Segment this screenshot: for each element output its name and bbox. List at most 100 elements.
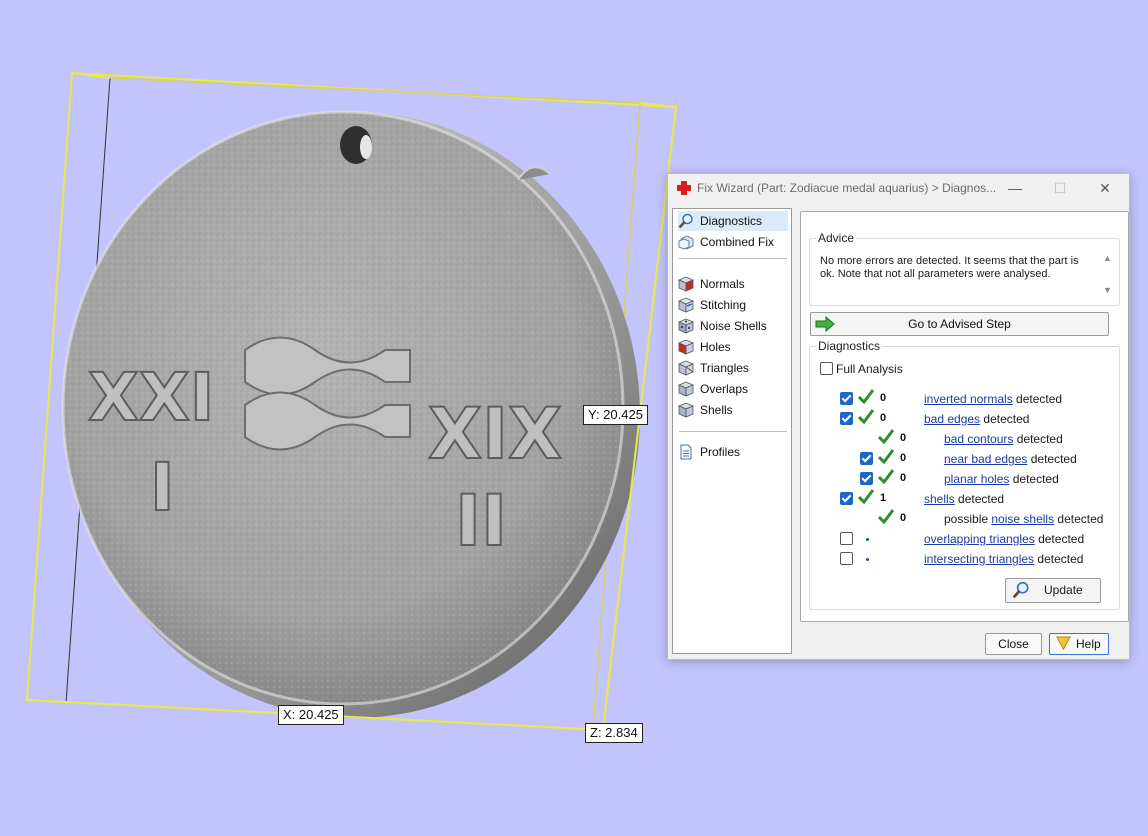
full-analysis-checkbox[interactable] (820, 362, 833, 375)
nav-item-stitching[interactable]: Stitching (678, 295, 788, 315)
nav-item-combined-fix[interactable]: Combined Fix (678, 232, 788, 252)
ok-check-icon (878, 449, 894, 465)
overlapping-triangles-link[interactable]: overlapping triangles (924, 532, 1035, 546)
noise-shells-count: 0 (900, 512, 907, 524)
full-analysis-label: Full Analysis (836, 362, 903, 376)
ok-check-icon (858, 389, 874, 405)
nav-label: Triangles (700, 361, 749, 375)
red-cross-icon (677, 181, 691, 195)
ok-check-icon (858, 489, 874, 505)
help-label: Help (1076, 637, 1101, 651)
wizard-nav: Diagnostics Combined Fix Normals Stitchi… (672, 208, 792, 654)
inverted-normals-link[interactable]: inverted normals (924, 392, 1013, 406)
bad-edges-checkbox[interactable] (840, 412, 853, 425)
help-button[interactable]: Help (1049, 633, 1109, 655)
advice-title: Advice (816, 231, 857, 245)
nav-item-shells[interactable]: Shells (678, 400, 788, 420)
update-button[interactable]: Update (1005, 578, 1101, 603)
bad-edges-link[interactable]: bad edges (924, 412, 980, 426)
dimension-y-label: Y: 20.425 (583, 405, 648, 425)
nav-label: Holes (700, 340, 731, 354)
pending-dot-icon (866, 558, 869, 561)
bad-contours-count: 0 (900, 432, 907, 444)
shells-checkbox[interactable] (840, 492, 853, 505)
intersecting-triangles-link[interactable]: intersecting triangles (924, 552, 1034, 566)
advice-text: No more errors are detected. It seems th… (820, 255, 1079, 280)
nav-label: Overlaps (700, 382, 749, 396)
nav-label: Combined Fix (700, 235, 775, 249)
near-bad-edges-link[interactable]: near bad edges (944, 452, 1027, 466)
nav-item-overlaps[interactable]: Overlaps (678, 379, 788, 399)
document-icon (680, 444, 692, 460)
overlapping-triangles-row: overlapping triangles detected (924, 532, 1085, 546)
pending-dot-icon (866, 538, 869, 541)
nav-item-profiles[interactable]: Profiles (678, 442, 788, 462)
near-bad-edges-checkbox[interactable] (860, 452, 873, 465)
nav-item-normals[interactable]: Normals (678, 274, 788, 294)
near-bad-edges-row: near bad edges detected (944, 452, 1077, 466)
advice-scrollbar[interactable]: ▲ ▼ (1101, 253, 1115, 299)
shells-cube-icon (678, 402, 694, 418)
magnifier-icon (678, 213, 693, 229)
intersecting-triangles-checkbox[interactable] (840, 552, 853, 565)
nav-item-diagnostics[interactable]: Diagnostics (678, 211, 788, 231)
fix-wizard-dialog: Fix Wizard (Part: Zodiacue medal aquariu… (667, 173, 1130, 660)
near-bad-edges-count: 0 (900, 452, 907, 464)
inverted-normals-checkbox[interactable] (840, 392, 853, 405)
left-numeral-top: XXI (88, 359, 214, 436)
nav-label: Shells (700, 403, 733, 417)
dimension-z-label: Z: 2.834 (585, 723, 643, 743)
overlaps-cube-icon (678, 381, 694, 397)
dimension-x-label: X: 20.425 (278, 705, 344, 725)
inverted-normals-row: inverted normals detected (924, 392, 1063, 406)
bad-edges-row: bad edges detected (924, 412, 1030, 426)
nav-label: Normals (700, 277, 745, 291)
diagnostics-panel: Advice No more errors are detected. It s… (800, 211, 1129, 622)
right-numeral-top: XIX (428, 393, 562, 475)
scroll-down-icon[interactable]: ▼ (1103, 285, 1112, 295)
nav-item-noise-shells[interactable]: Noise Shells (678, 316, 788, 336)
go-to-advised-step-button[interactable]: Go to Advised Step (810, 312, 1109, 336)
noise-shells-link[interactable]: noise shells (991, 512, 1054, 526)
magnifier-icon (1012, 581, 1029, 599)
bad-contours-row: bad contours detected (944, 432, 1063, 446)
normals-cube-icon (678, 276, 694, 292)
bad-contours-link[interactable]: bad contours (944, 432, 1013, 446)
help-funnel-icon (1056, 636, 1071, 651)
minimize-button[interactable]: — (995, 176, 1035, 200)
holes-cube-icon (678, 339, 694, 355)
intersecting-triangles-row: intersecting triangles detected (924, 552, 1084, 566)
close-label: Close (998, 637, 1029, 651)
stitching-cube-icon (678, 297, 694, 313)
planar-holes-checkbox[interactable] (860, 472, 873, 485)
shells-link[interactable]: shells (924, 492, 955, 506)
inverted-normals-count: 0 (880, 392, 887, 404)
overlapping-triangles-checkbox[interactable] (840, 532, 853, 545)
close-button[interactable]: Close (985, 633, 1042, 655)
ok-check-icon (878, 429, 894, 445)
nav-label: Stitching (700, 298, 747, 312)
scroll-up-icon[interactable]: ▲ (1103, 253, 1112, 263)
nav-item-holes[interactable]: Holes (678, 337, 788, 357)
maximize-button[interactable]: ☐ (1040, 176, 1080, 200)
ok-check-icon (878, 469, 894, 485)
shells-count: 1 (880, 492, 887, 504)
advised-step-label: Go to Advised Step (908, 317, 1011, 331)
triangles-cube-icon (678, 360, 694, 376)
planar-holes-count: 0 (900, 472, 907, 484)
diagnostics-title: Diagnostics (816, 339, 883, 353)
noise-shells-cube-icon (678, 318, 694, 334)
nav-label: Diagnostics (700, 214, 763, 228)
ok-check-icon (878, 509, 894, 525)
close-window-button[interactable]: ✕ (1085, 176, 1125, 200)
title-bar[interactable]: Fix Wizard (Part: Zodiacue medal aquariu… (668, 174, 1129, 202)
nav-label: Noise Shells (700, 319, 767, 333)
window-title: Fix Wizard (Part: Zodiacue medal aquariu… (697, 181, 997, 195)
planar-holes-row: planar holes detected (944, 472, 1059, 486)
update-label: Update (1044, 583, 1083, 597)
advice-group: Advice No more errors are detected. It s… (809, 231, 1120, 306)
nav-item-triangles[interactable]: Triangles (678, 358, 788, 378)
diagnostics-group: Diagnostics Full Analysis 0 inverted nor… (809, 339, 1120, 610)
ok-check-icon (858, 409, 874, 425)
planar-holes-link[interactable]: planar holes (944, 472, 1009, 486)
